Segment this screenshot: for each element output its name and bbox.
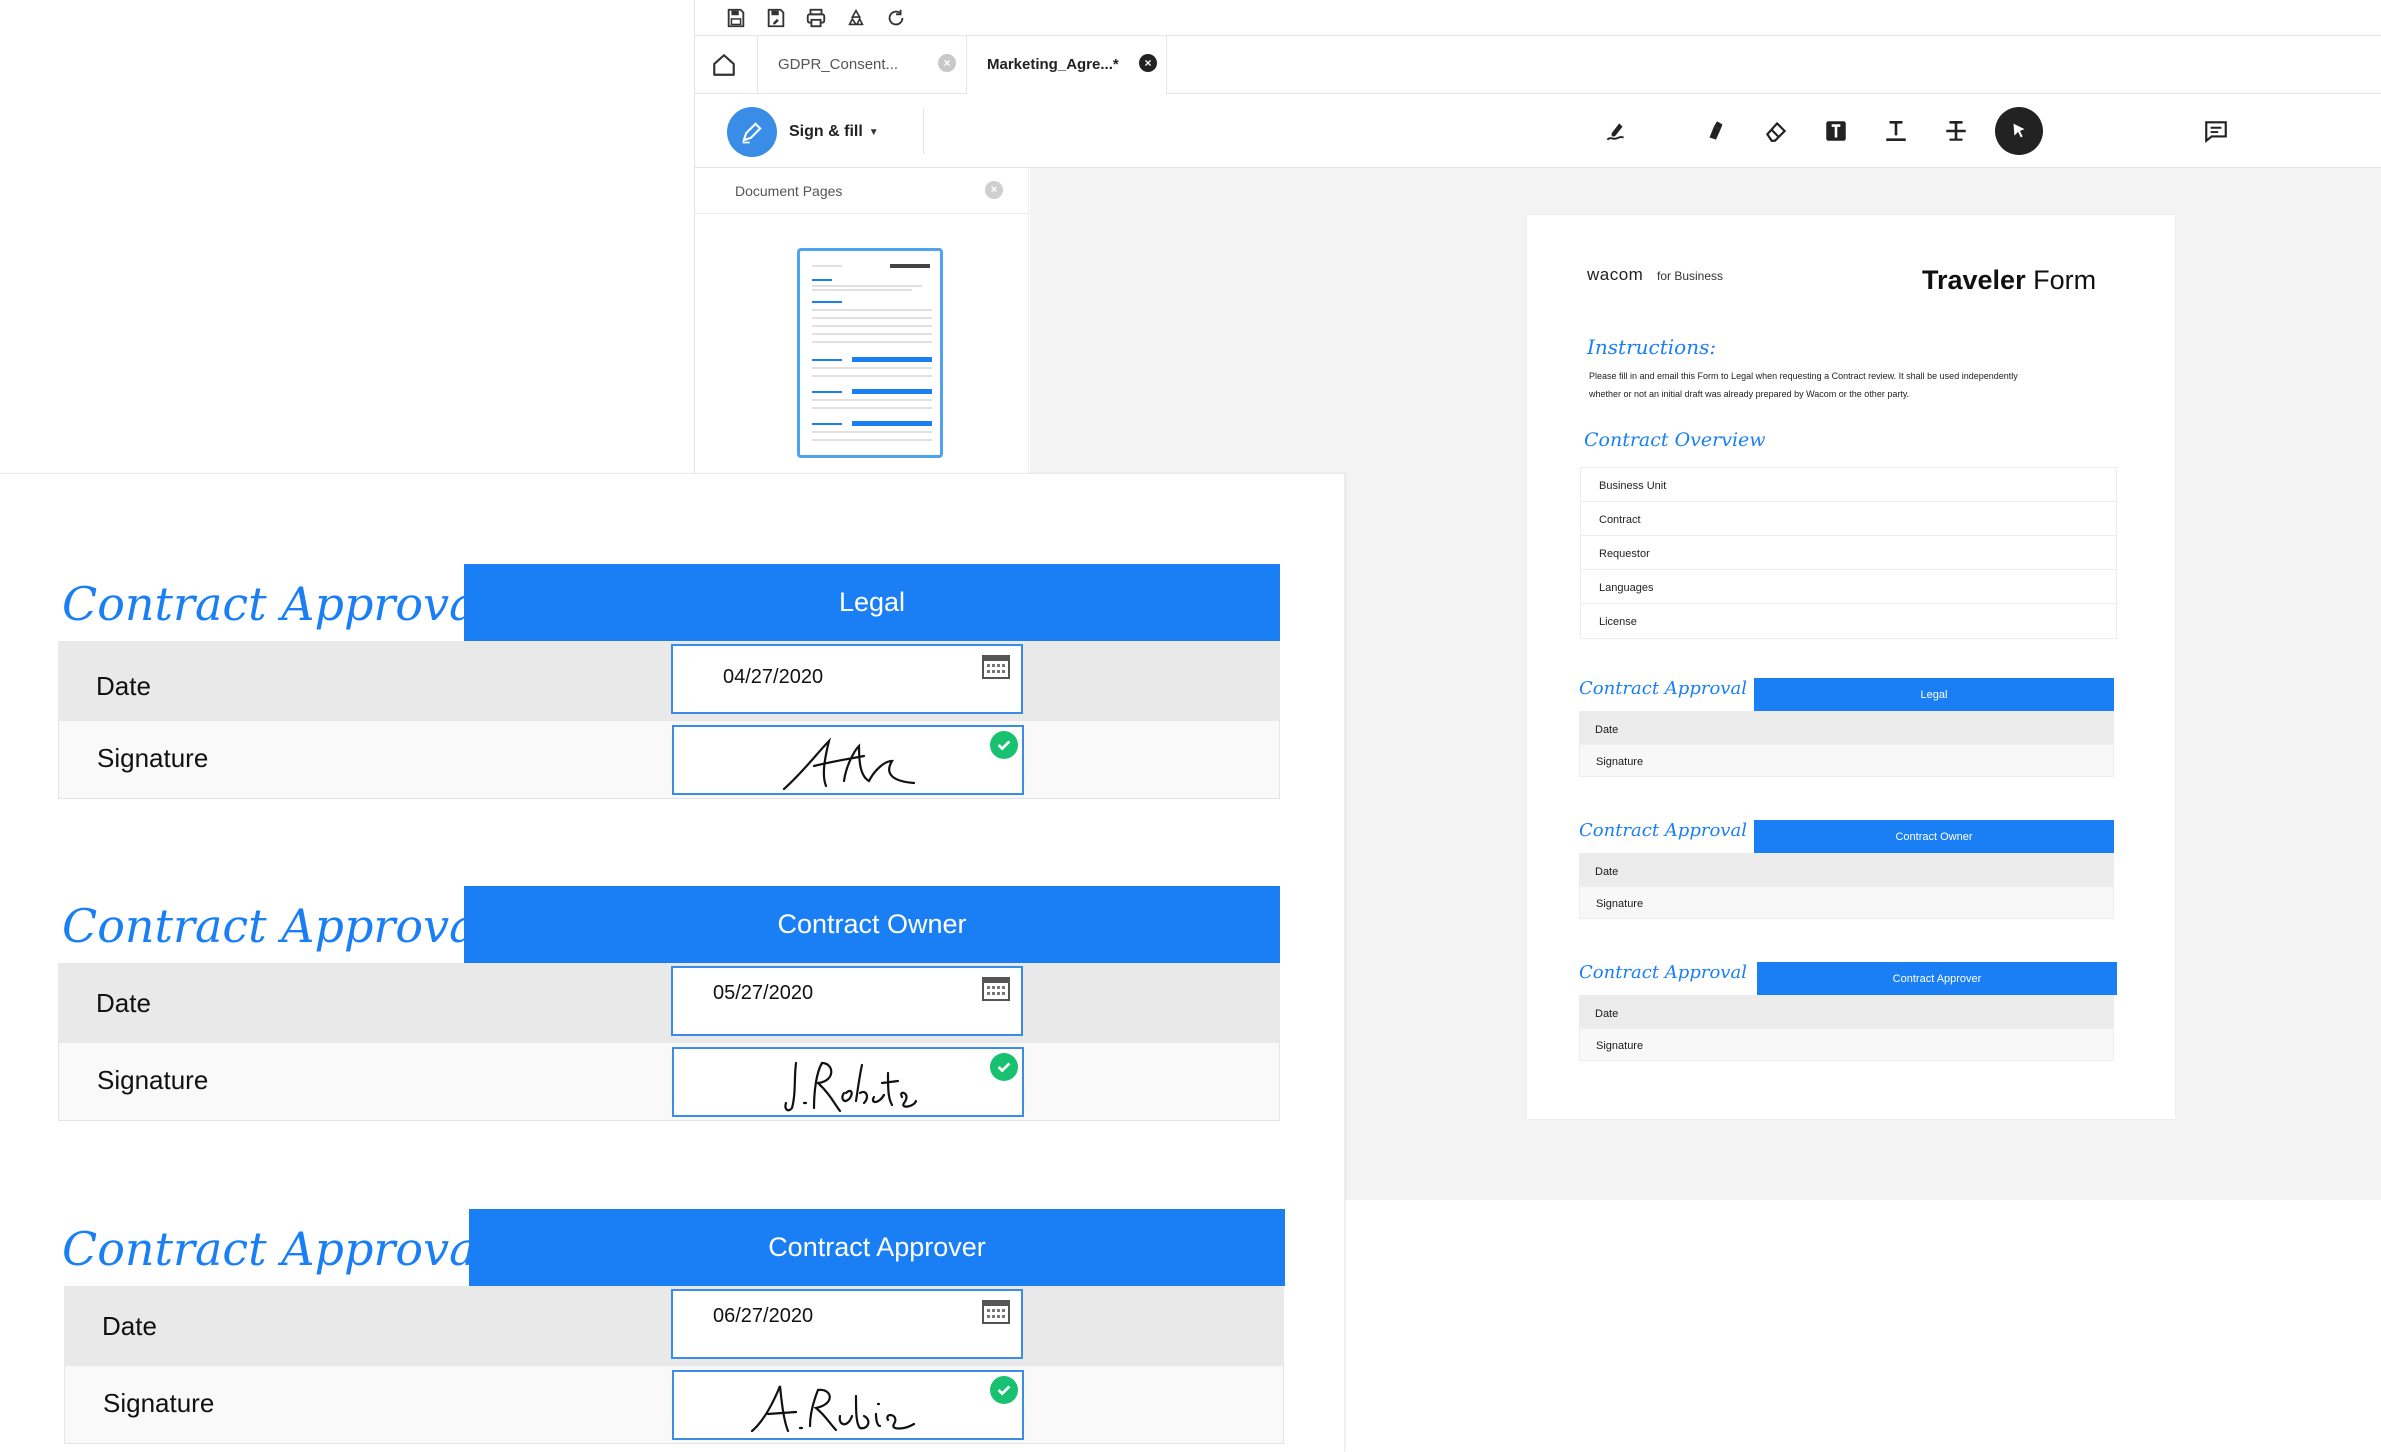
close-tab-icon[interactable]: × [938, 54, 956, 72]
signature-label: Signature [103, 1388, 215, 1418]
signature-field[interactable] [672, 1047, 1024, 1117]
tab-label: Marketing_Agre...* [987, 56, 1119, 73]
calendar-icon[interactable] [981, 652, 1011, 680]
save-as-icon[interactable] [763, 6, 789, 30]
approval-role-bar: Legal [1754, 678, 2114, 711]
approval-role-bar: Contract Approver [469, 1209, 1285, 1286]
instructions-heading: Instructions: [1587, 335, 1717, 359]
overview-row-business-unit[interactable]: Business Unit [1581, 468, 2116, 502]
signature-row[interactable]: Signature [1579, 886, 2114, 919]
contract-overview-heading: Contract Overview [1584, 429, 1766, 451]
sign-fill-label: Sign & fill [789, 123, 863, 140]
date-label: Date [96, 671, 151, 701]
pen-sign-icon[interactable] [1595, 110, 1637, 152]
insert-text-icon[interactable] [1875, 110, 1917, 152]
overview-row-license[interactable]: License [1581, 604, 2116, 638]
zoom-approval-contract-owner: Contract Approval Contract Owner Date 05… [0, 886, 1290, 1121]
close-panel-icon[interactable]: × [985, 181, 1003, 199]
calendar-icon[interactable] [981, 974, 1011, 1002]
page-thumbnail[interactable] [797, 248, 943, 458]
signature-row[interactable]: Signature [1579, 1028, 2114, 1061]
approval-heading: Contract Approval [1579, 678, 1747, 699]
verified-check-icon [990, 731, 1018, 759]
date-field[interactable]: 05/27/2020 [671, 966, 1023, 1036]
pages-panel-title: Document Pages [735, 183, 843, 199]
tab-marketing-agreement[interactable]: Marketing_Agre...* × [967, 36, 1167, 94]
approval-heading: Contract Approval [62, 899, 492, 953]
document-page: wacom for Business Traveler Form Instruc… [1527, 215, 2175, 1119]
signature-field[interactable] [672, 1370, 1024, 1440]
comment-icon[interactable] [2195, 110, 2237, 152]
date-value: 06/27/2020 [713, 1305, 814, 1327]
contract-overview-table: Business Unit Contract Requestor Languag… [1580, 467, 2117, 639]
signature-label: Signature [97, 743, 209, 773]
date-label: Date [102, 1311, 157, 1341]
eraser-icon[interactable] [1755, 110, 1797, 152]
date-row: Date 05/27/2020 [58, 963, 1280, 1043]
date-row[interactable]: Date [1579, 995, 2114, 1028]
signature-row[interactable]: Signature [1579, 744, 2114, 777]
print-icon[interactable] [803, 6, 829, 30]
approval-heading: Contract Approval [62, 1222, 492, 1276]
calendar-icon[interactable] [981, 1297, 1011, 1325]
brand-logo: wacom [1587, 265, 1644, 284]
tab-bar: GDPR_Consent... × Marketing_Agre...* × [695, 36, 2381, 94]
date-row: Date 06/27/2020 [64, 1286, 1284, 1366]
zoom-approval-contract-approver: Contract Approval Contract Approver Date… [0, 1209, 1290, 1444]
instructions-text: Please fill in and email this Form to Le… [1589, 371, 2018, 399]
approval-role-bar: Contract Approver [1757, 962, 2117, 995]
title-bold: Traveler [1922, 265, 2026, 295]
approval-heading: Contract Approval [62, 577, 492, 631]
handwritten-signature [750, 1385, 916, 1433]
signature-row: Signature [58, 721, 1280, 799]
date-row: Date 04/27/2020 [58, 641, 1280, 721]
approval-role-bar: Contract Owner [1754, 820, 2114, 853]
select-pointer-icon[interactable] [1995, 107, 2043, 155]
sign-fill-menu[interactable]: Sign & fill ▼ [727, 107, 879, 157]
home-icon[interactable] [705, 46, 743, 84]
overview-row-requestor[interactable]: Requestor [1581, 536, 2116, 570]
brand-subtitle: for Business [1657, 269, 1724, 283]
toolbar: Sign & fill ▼ [695, 94, 2381, 168]
date-row[interactable]: Date [1579, 711, 2114, 744]
approval-heading: Contract Approval [1579, 820, 1747, 841]
save-icon[interactable] [723, 6, 749, 30]
handwritten-signature [782, 737, 916, 791]
signature-row: Signature [58, 1043, 1280, 1121]
title-rest: Form [2033, 265, 2097, 295]
approval-role-bar: Legal [464, 564, 1280, 641]
strikethrough-icon[interactable] [1935, 110, 1977, 152]
signature-row: Signature [64, 1366, 1284, 1444]
zoom-approval-legal: Contract Approval Legal Date 04/27/2020 … [0, 564, 1290, 799]
handwritten-signature [784, 1061, 918, 1113]
verified-check-icon [990, 1376, 1018, 1404]
highlighter-icon[interactable] [1695, 110, 1737, 152]
signature-label: Signature [97, 1065, 209, 1095]
signature-field[interactable] [672, 725, 1024, 795]
tab-gdpr-consent[interactable]: GDPR_Consent... × [757, 36, 967, 94]
date-value: 04/27/2020 [723, 666, 824, 688]
chevron-down-icon: ▼ [868, 126, 879, 138]
approval-role-bar: Contract Owner [464, 886, 1280, 963]
date-field[interactable]: 06/27/2020 [671, 1289, 1023, 1359]
date-field[interactable]: 04/27/2020 [671, 644, 1023, 714]
zoomed-approval-panel: Contract Approval Legal Date 04/27/2020 … [0, 473, 1345, 1452]
verified-check-icon [990, 1053, 1018, 1081]
date-label: Date [96, 988, 151, 1018]
recycle-icon[interactable] [843, 6, 869, 30]
close-tab-icon[interactable]: × [1139, 54, 1157, 72]
overview-row-languages[interactable]: Languages [1581, 570, 2116, 604]
date-value: 05/27/2020 [713, 982, 814, 1004]
toolbar-divider [923, 108, 924, 154]
pages-panel-header: Document Pages × [695, 168, 1029, 214]
tab-label: GDPR_Consent... [778, 56, 899, 73]
approval-heading: Contract Approval [1579, 962, 1747, 983]
text-box-icon[interactable] [1815, 110, 1857, 152]
document-title: Traveler Form [1922, 265, 2096, 296]
pen-icon [727, 107, 777, 157]
overview-row-contract[interactable]: Contract [1581, 502, 2116, 536]
quick-access-bar [695, 0, 2381, 36]
redo-icon[interactable] [883, 6, 909, 30]
date-row[interactable]: Date [1579, 853, 2114, 886]
